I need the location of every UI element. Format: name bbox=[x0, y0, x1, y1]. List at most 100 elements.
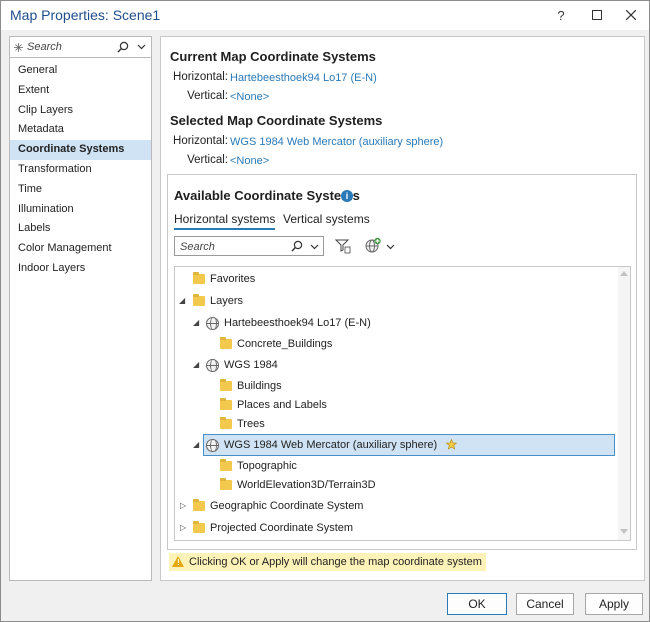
tree-item-trees[interactable]: Trees bbox=[175, 414, 618, 434]
nav-item-extent[interactable]: Extent bbox=[10, 81, 151, 101]
maximize-button[interactable] bbox=[579, 3, 615, 27]
nav-item-metadata[interactable]: Metadata bbox=[10, 120, 151, 140]
chevron-down-icon[interactable] bbox=[137, 44, 146, 50]
tree-item-buildings[interactable]: Buildings bbox=[175, 376, 618, 396]
add-globe-icon bbox=[365, 237, 381, 253]
apply-button[interactable]: Apply bbox=[585, 593, 643, 615]
scroll-up-icon[interactable] bbox=[620, 271, 628, 276]
tree-item-label: Topographic bbox=[237, 460, 297, 472]
collapsed-arrow-icon[interactable]: ▷ bbox=[180, 502, 188, 510]
selected-heading: Selected Map Coordinate Systems bbox=[170, 113, 383, 128]
available-heading: Available Coordinate Systems bbox=[174, 188, 360, 203]
tree-item-layers[interactable]: ◢ Layers bbox=[175, 291, 618, 311]
selected-horizontal-value[interactable]: WGS 1984 Web Mercator (auxiliary sphere) bbox=[230, 136, 443, 148]
coordinate-system-tree: Favorites ◢ Layers ◢ Hartebeesthoek94 Lo… bbox=[174, 266, 631, 541]
close-icon bbox=[626, 10, 636, 20]
cancel-button[interactable]: Cancel bbox=[516, 593, 574, 615]
nav-item-color-management[interactable]: Color Management bbox=[10, 239, 151, 259]
window-title: Map Properties: Scene1 bbox=[10, 7, 161, 23]
folder-icon bbox=[193, 499, 205, 511]
tree-item-wgs-1984[interactable]: ◢ WGS 1984 bbox=[175, 355, 618, 375]
nav-item-illumination[interactable]: Illumination bbox=[10, 200, 151, 220]
expanded-arrow-icon[interactable]: ◢ bbox=[179, 297, 187, 305]
layer-icon bbox=[220, 337, 232, 349]
map-properties-dialog: Map Properties: Scene1 ? Search General … bbox=[0, 0, 650, 622]
chevron-down-icon bbox=[386, 244, 395, 250]
tree-scrollbar[interactable] bbox=[618, 267, 630, 540]
tree-item-label: WGS 1984 Web Mercator (auxiliary sphere) bbox=[224, 439, 438, 451]
tree-item-favorites[interactable]: Favorites bbox=[175, 269, 618, 289]
tree-item-label: Concrete_Buildings bbox=[237, 338, 333, 350]
tab-horizontal-systems[interactable]: Horizontal systems bbox=[174, 212, 276, 230]
folder-icon bbox=[193, 521, 205, 533]
add-coordinate-system-button[interactable] bbox=[364, 237, 396, 255]
globe-icon bbox=[206, 317, 219, 330]
current-heading: Current Map Coordinate Systems bbox=[170, 49, 376, 64]
warning-banner: ! Clicking OK or Apply will change the m… bbox=[169, 553, 486, 571]
filter-button[interactable] bbox=[334, 238, 353, 254]
warning-text: Clicking OK or Apply will change the map… bbox=[189, 556, 482, 568]
title-bar: Map Properties: Scene1 ? bbox=[1, 1, 649, 30]
nav-item-indoor-layers[interactable]: Indoor Layers bbox=[10, 259, 151, 279]
tree-item-label: Favorites bbox=[210, 273, 256, 285]
tree-item-places-and-labels[interactable]: Places and Labels bbox=[175, 395, 618, 415]
scroll-down-icon[interactable] bbox=[620, 529, 628, 534]
tab-vertical-systems[interactable]: Vertical systems bbox=[283, 212, 370, 226]
tree-item-projected-coordinate-system[interactable]: ▷ Projected Coordinate System bbox=[175, 518, 618, 538]
nav-item-general[interactable]: General bbox=[10, 61, 151, 81]
collapsed-arrow-icon[interactable]: ▷ bbox=[180, 524, 188, 532]
selected-vertical-value[interactable]: <None> bbox=[230, 155, 269, 167]
available-systems-group: Available Coordinate Systems i Horizonta… bbox=[167, 174, 637, 550]
nav-item-labels[interactable]: Labels bbox=[10, 219, 151, 239]
tree-item-label: WorldElevation3D/Terrain3D bbox=[237, 479, 376, 491]
nav-item-transformation[interactable]: Transformation bbox=[10, 160, 151, 180]
nav-search-input[interactable]: Search bbox=[10, 37, 151, 58]
expanded-arrow-icon[interactable]: ◢ bbox=[193, 441, 201, 449]
nav-panel: Search General Extent Clip Layers Metada… bbox=[9, 36, 152, 581]
coordinate-search-placeholder: Search bbox=[180, 241, 215, 253]
ok-button[interactable]: OK bbox=[447, 593, 507, 615]
favorites-folder-icon bbox=[193, 272, 205, 284]
tree-item-label: WGS 1984 bbox=[224, 359, 278, 371]
search-icon bbox=[117, 41, 129, 53]
nav-search-placeholder: Search bbox=[27, 41, 62, 53]
globe-icon bbox=[206, 439, 219, 452]
tree-item-topographic[interactable]: Topographic bbox=[175, 456, 618, 476]
selected-vertical-label: Vertical: bbox=[187, 154, 228, 166]
tree-item-geographic-coordinate-system[interactable]: ▷ Geographic Coordinate System bbox=[175, 496, 618, 516]
expanded-arrow-icon[interactable]: ◢ bbox=[193, 361, 201, 369]
coordinate-search-input[interactable]: Search bbox=[174, 236, 324, 256]
close-button[interactable] bbox=[613, 3, 649, 27]
chevron-down-icon[interactable] bbox=[310, 244, 319, 250]
sparkle-icon bbox=[14, 43, 23, 52]
nav-item-time[interactable]: Time bbox=[10, 180, 151, 200]
maximize-icon bbox=[592, 10, 602, 20]
tree-item-label: Hartebeesthoek94 Lo17 (E-N) bbox=[224, 317, 371, 329]
tree-item-concrete-buildings[interactable]: Concrete_Buildings bbox=[175, 334, 618, 354]
expanded-arrow-icon[interactable]: ◢ bbox=[193, 319, 201, 327]
tree-item-worldelevation3d[interactable]: WorldElevation3D/Terrain3D bbox=[175, 475, 618, 495]
current-horizontal-value[interactable]: Hartebeesthoek94 Lo17 (E-N) bbox=[230, 72, 377, 84]
layers-folder-icon bbox=[193, 294, 205, 306]
layer-icon bbox=[220, 478, 232, 490]
search-icon bbox=[291, 240, 303, 252]
tree-item-hartebeesthoek94[interactable]: ◢ Hartebeesthoek94 Lo17 (E-N) bbox=[175, 313, 618, 333]
tree-item-wgs-1984-web-mercator[interactable]: ◢ WGS 1984 Web Mercator (auxiliary spher… bbox=[175, 434, 618, 456]
tree-item-label: Layers bbox=[210, 295, 244, 307]
tree-item-label: Buildings bbox=[237, 380, 282, 392]
layer-icon bbox=[220, 398, 232, 410]
info-icon[interactable]: i bbox=[341, 190, 353, 202]
current-vertical-value[interactable]: <None> bbox=[230, 91, 269, 103]
help-button[interactable]: ? bbox=[543, 3, 579, 27]
layer-icon bbox=[220, 459, 232, 471]
current-horizontal-label: Horizontal: bbox=[173, 71, 228, 83]
filter-icon bbox=[334, 239, 351, 254]
tree-item-label: Trees bbox=[237, 418, 265, 430]
warning-icon: ! bbox=[172, 556, 184, 567]
nav-item-coordinate-systems[interactable]: Coordinate Systems bbox=[10, 140, 151, 160]
selected-horizontal-label: Horizontal: bbox=[173, 135, 228, 147]
coordinate-systems-panel: Current Map Coordinate Systems Horizonta… bbox=[160, 36, 645, 581]
favorite-star-icon[interactable] bbox=[446, 439, 457, 450]
globe-icon bbox=[206, 359, 219, 372]
nav-item-clip-layers[interactable]: Clip Layers bbox=[10, 101, 151, 121]
